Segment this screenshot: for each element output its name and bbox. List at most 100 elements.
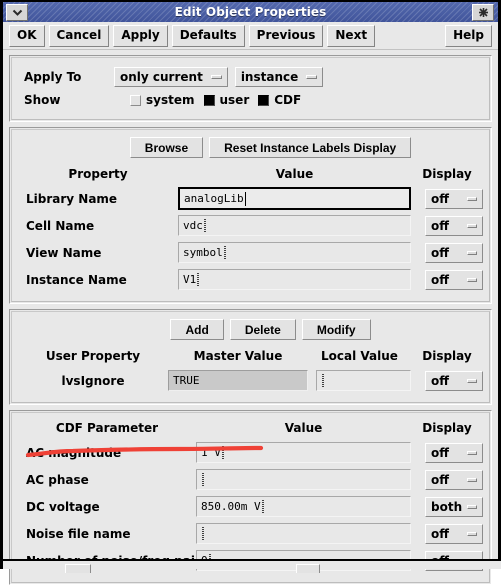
user-property-panel: Add Delete Modify User Property Master V… bbox=[9, 309, 492, 405]
edit-object-properties-window: Edit Object Properties OK Cancel Apply D… bbox=[0, 0, 501, 585]
main-toolbar: OK Cancel Apply Defaults Previous Next H… bbox=[3, 22, 498, 50]
noise-file-name-input[interactable] bbox=[196, 523, 411, 544]
next-button[interactable]: Next bbox=[327, 24, 376, 47]
dropdown-indicator-icon bbox=[467, 531, 477, 536]
window-close-button[interactable] bbox=[472, 3, 494, 21]
display-value: off bbox=[431, 218, 449, 233]
text-cursor-icon bbox=[322, 374, 324, 387]
apply-to-panel: Apply To only current instance Show syst… bbox=[9, 55, 492, 122]
dropdown-indicator-icon bbox=[467, 223, 477, 228]
show-checkbox-user-label: user bbox=[219, 93, 250, 107]
lvsignore-local-value-input[interactable] bbox=[316, 370, 411, 391]
cell-name-input[interactable]: vdc bbox=[178, 215, 411, 236]
property-label-cell-name: Cell Name bbox=[26, 218, 95, 233]
cancel-button[interactable]: Cancel bbox=[48, 24, 110, 47]
display-value: both bbox=[431, 499, 463, 514]
display-value: off bbox=[431, 526, 449, 541]
property-label-library-name: Library Name bbox=[26, 191, 118, 206]
close-icon bbox=[478, 7, 489, 18]
dc-voltage-input[interactable]: 850.00m V bbox=[196, 496, 411, 517]
text-cursor-icon bbox=[203, 219, 206, 232]
table-row: Library Name analogLib off bbox=[18, 185, 483, 212]
browse-button[interactable]: Browse bbox=[129, 137, 204, 158]
header-master-value: Master Value bbox=[193, 348, 283, 363]
window-menu-button[interactable] bbox=[6, 3, 28, 21]
table-row: Instance Name V1 off bbox=[18, 266, 483, 293]
ac-magnitude-input[interactable]: 1 V bbox=[196, 442, 411, 463]
show-checkbox-cdf-label: CDF bbox=[274, 93, 302, 107]
display-value: off bbox=[431, 373, 449, 388]
cdf-label-dc-voltage: DC voltage bbox=[26, 499, 100, 514]
display-dropdown-ac-phase[interactable]: off bbox=[425, 469, 483, 490]
user-property-button-bar: Add Delete Modify bbox=[18, 319, 483, 340]
text-cursor-icon bbox=[221, 446, 224, 459]
display-value: off bbox=[431, 245, 449, 260]
header-property: Property bbox=[68, 166, 128, 181]
display-dropdown-cell-name[interactable]: off bbox=[425, 215, 483, 236]
modify-button[interactable]: Modify bbox=[301, 319, 371, 340]
lvsignore-master-value: TRUE bbox=[168, 370, 308, 391]
display-dropdown-ac-magnitude[interactable]: off bbox=[425, 442, 483, 463]
display-value: off bbox=[431, 191, 449, 206]
display-dropdown-noise-file-name[interactable]: off bbox=[425, 523, 483, 544]
header-display: Display bbox=[422, 348, 472, 363]
library-name-input[interactable]: analogLib bbox=[178, 187, 411, 210]
help-button[interactable]: Help bbox=[445, 24, 492, 47]
apply-target-dropdown[interactable]: instance bbox=[234, 67, 324, 87]
window-bottom-cutoff bbox=[3, 559, 501, 573]
text-cursor-icon bbox=[223, 246, 226, 259]
table-row: Cell Name vdc off bbox=[18, 212, 483, 239]
checkbox-icon bbox=[130, 94, 141, 106]
table-row: View Name symbol off bbox=[18, 239, 483, 266]
dropdown-indicator-icon bbox=[467, 504, 477, 509]
reset-instance-labels-display-button[interactable]: Reset Instance Labels Display bbox=[209, 137, 412, 158]
table-row: AC phase off bbox=[18, 466, 483, 493]
apply-button[interactable]: Apply bbox=[113, 24, 168, 47]
property-label-view-name: View Name bbox=[26, 245, 102, 260]
header-cdf-parameter: CDF Parameter bbox=[55, 420, 159, 435]
dropdown-indicator-icon bbox=[467, 477, 477, 482]
header-display: Display bbox=[422, 420, 472, 435]
ac-phase-input[interactable] bbox=[196, 469, 411, 490]
text-cursor-icon bbox=[197, 273, 200, 286]
checkbox-icon bbox=[258, 94, 270, 106]
user-property-label-lvsignore: lvsIgnore bbox=[61, 373, 125, 388]
delete-button[interactable]: Delete bbox=[229, 319, 296, 340]
text-cursor-icon bbox=[202, 473, 204, 486]
instance-name-input[interactable]: V1 bbox=[178, 269, 411, 290]
cdf-column-headers: CDF Parameter Value Display bbox=[18, 418, 483, 437]
defaults-button[interactable]: Defaults bbox=[171, 24, 245, 47]
apply-target-value: instance bbox=[240, 70, 299, 84]
previous-button[interactable]: Previous bbox=[248, 24, 324, 47]
show-checkbox-system[interactable]: system bbox=[130, 93, 195, 107]
show-checkbox-user[interactable]: user bbox=[203, 93, 250, 107]
add-button[interactable]: Add bbox=[170, 319, 224, 340]
apply-to-row: Apply To only current instance bbox=[18, 65, 483, 89]
show-row: Show system user CDF bbox=[18, 89, 483, 111]
ok-button[interactable]: OK bbox=[9, 24, 45, 47]
text-cursor-icon bbox=[244, 191, 246, 206]
dropdown-indicator-icon bbox=[210, 75, 222, 79]
apply-scope-dropdown[interactable]: only current bbox=[114, 67, 228, 87]
show-checkbox-cdf[interactable]: CDF bbox=[258, 93, 301, 107]
display-dropdown-library-name[interactable]: off bbox=[425, 188, 483, 209]
show-checkbox-system-label: system bbox=[146, 93, 195, 107]
display-dropdown-instance-name[interactable]: off bbox=[425, 269, 483, 290]
dropdown-indicator-icon bbox=[306, 75, 318, 79]
window-title: Edit Object Properties bbox=[174, 5, 327, 19]
display-dropdown-lvsignore[interactable]: off bbox=[425, 370, 483, 391]
checkbox-icon bbox=[203, 94, 215, 106]
dropdown-indicator-icon bbox=[467, 378, 477, 383]
dropdown-indicator-icon bbox=[467, 196, 477, 201]
property-panel: Browse Reset Instance Labels Display Pro… bbox=[9, 127, 492, 304]
display-dropdown-dc-voltage[interactable]: both bbox=[425, 496, 483, 517]
header-user-property: User Property bbox=[45, 348, 141, 363]
cdf-label-noise-file-name: Noise file name bbox=[26, 526, 131, 541]
dropdown-indicator-icon bbox=[467, 250, 477, 255]
view-name-input[interactable]: symbol bbox=[178, 242, 411, 263]
header-display: Display bbox=[422, 166, 472, 181]
display-dropdown-view-name[interactable]: off bbox=[425, 242, 483, 263]
table-row: lvsIgnore TRUE off bbox=[18, 367, 483, 394]
table-row: DC voltage 850.00m V both bbox=[18, 493, 483, 520]
chevron-down-icon bbox=[11, 8, 24, 17]
